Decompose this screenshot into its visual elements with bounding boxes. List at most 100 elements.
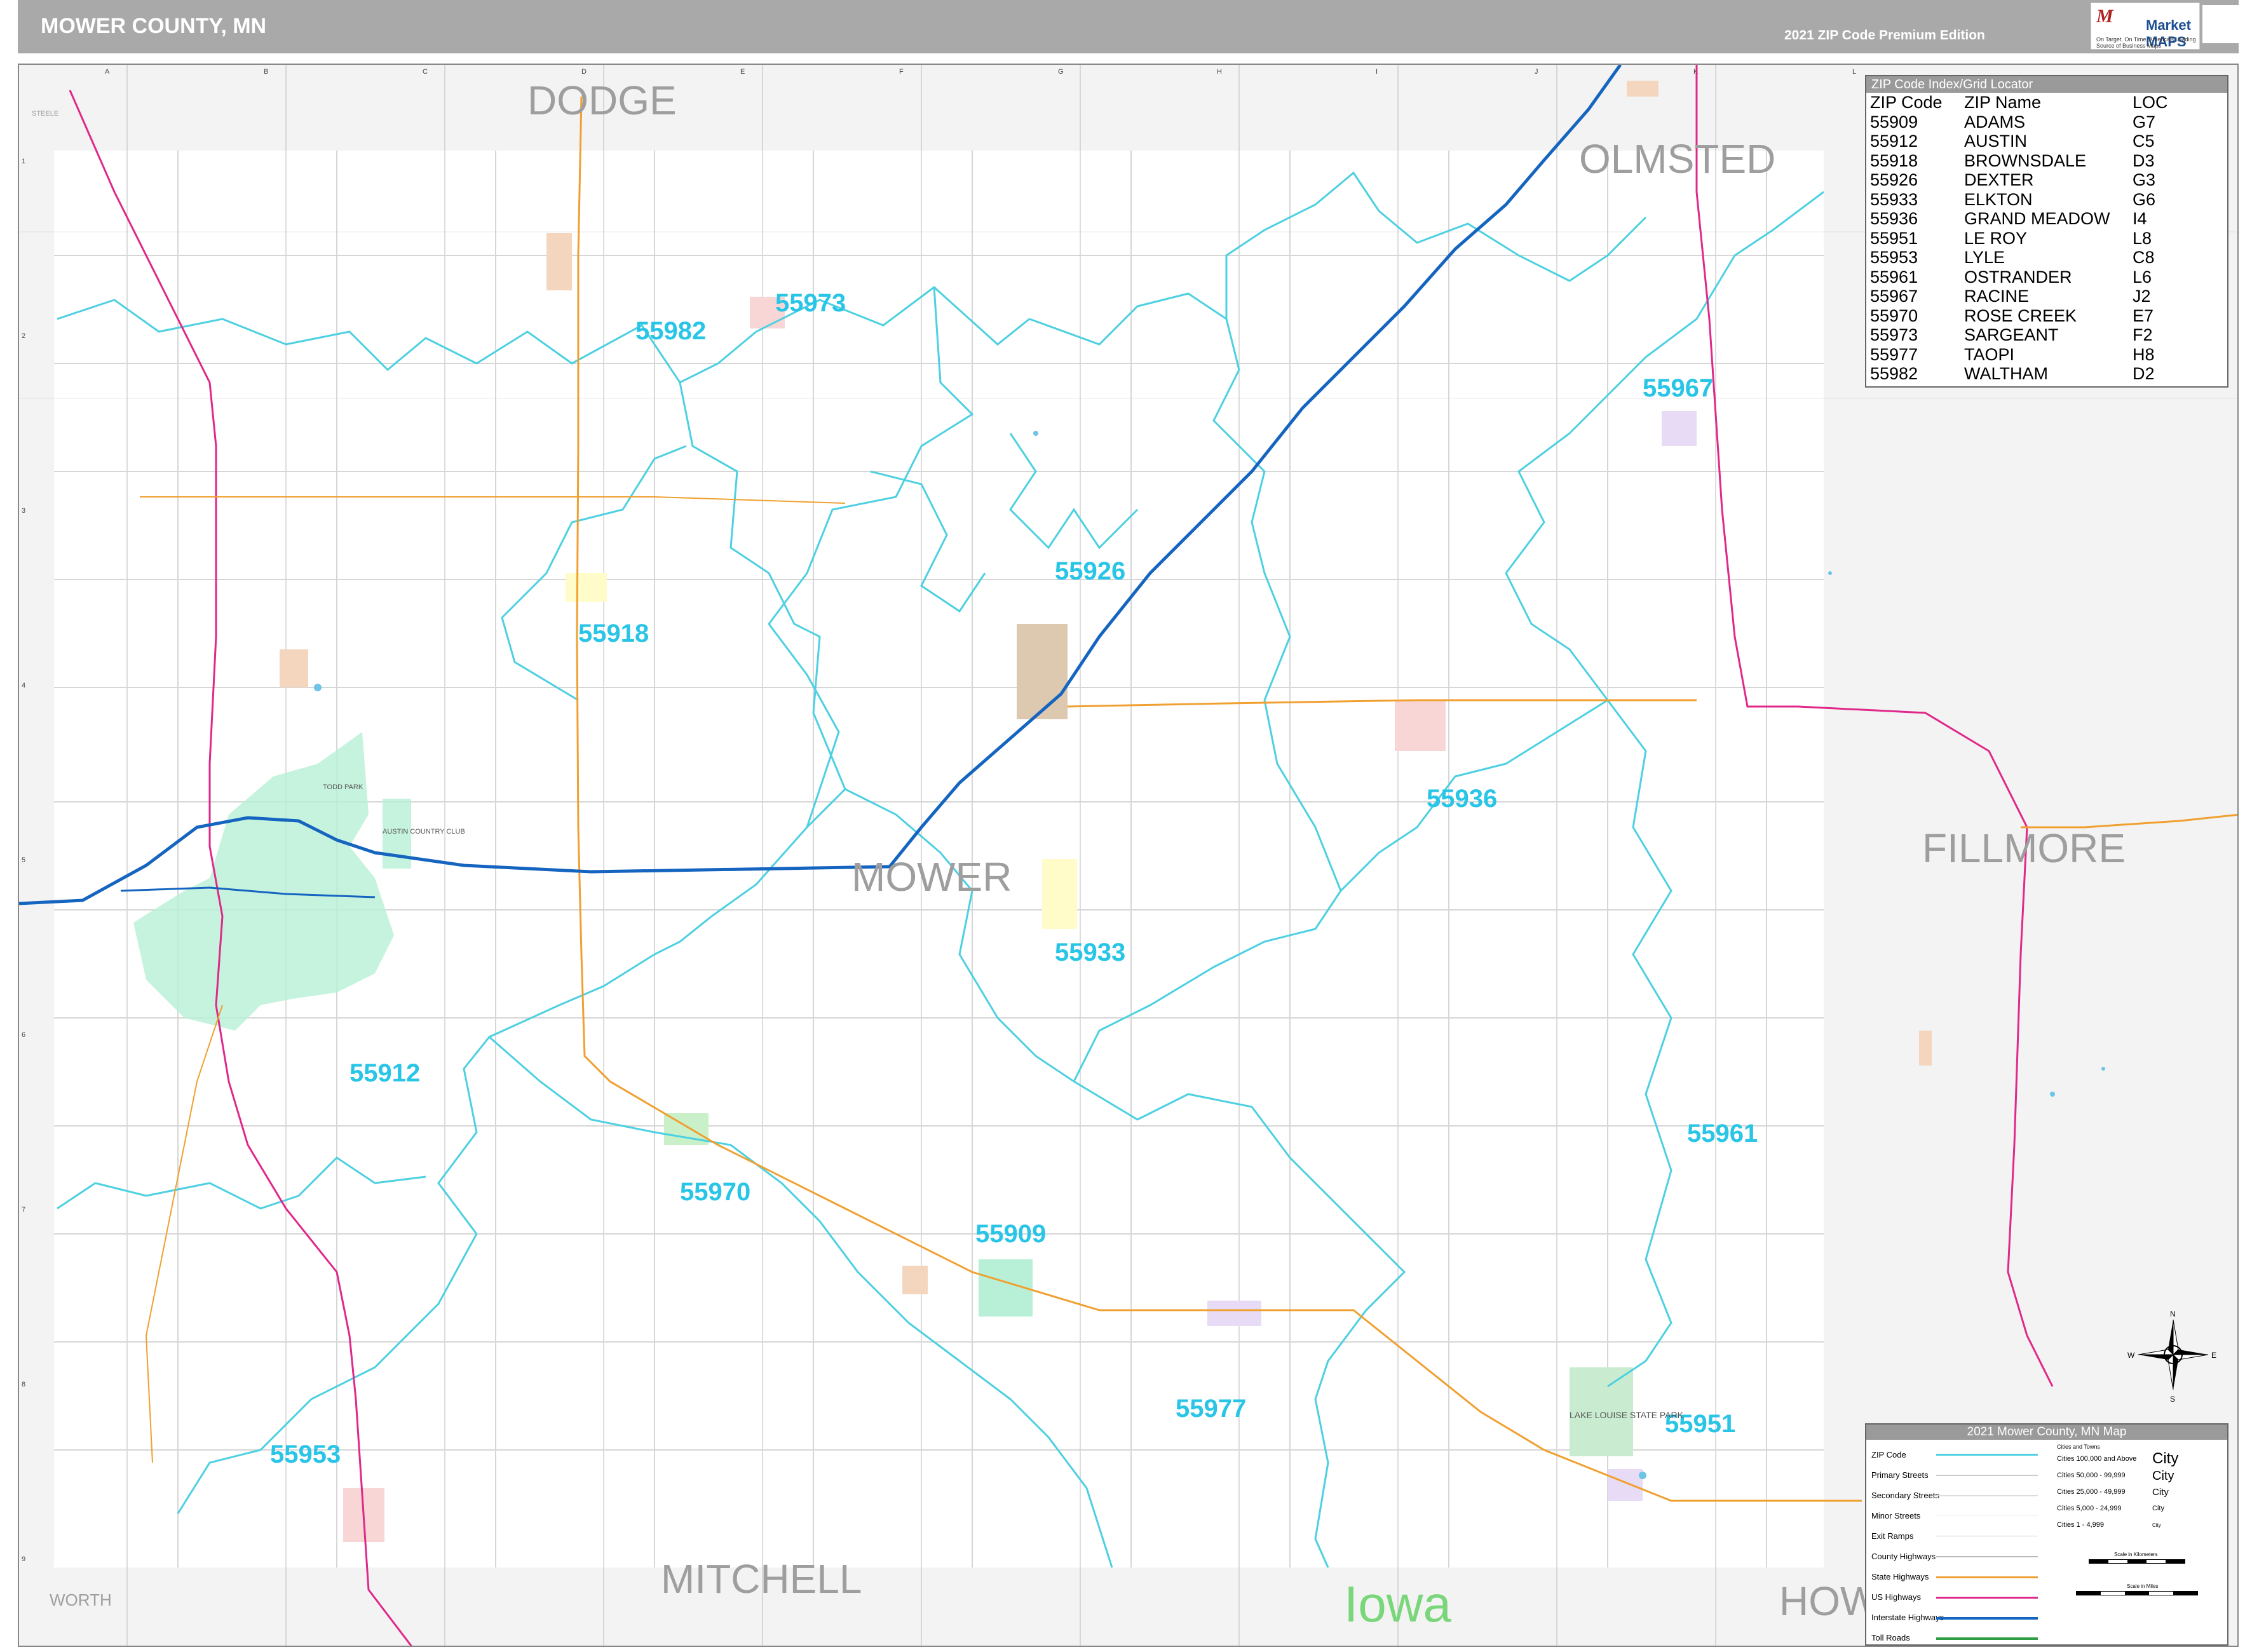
zip-label: 55912 [349,1059,420,1087]
loc-cell: G3 [2133,170,2156,189]
zip-cell: 55970 [1870,306,1918,325]
table-row: 55918 BROWNSDALE D3 [1870,151,2196,171]
legend-interstate-line [1936,1617,2038,1620]
name-cell: ADAMS [1964,112,2026,132]
name-cell: TAOPI [1964,344,2015,364]
town-k1-area [1627,81,1658,97]
loc-cell: E7 [2133,306,2154,325]
waltham-area [546,233,572,290]
map-title: MOWER COUNTY, MN [41,14,267,38]
col-header: ZIP Code [1870,93,1943,112]
zip-label: 55967 [1643,374,1713,402]
loc-cell: D3 [2133,151,2155,170]
edition-label: 2021 ZIP Code Premium Edition [1784,28,1985,43]
name-cell: SARGEANT [1964,325,2059,344]
scale-mi-bar [2076,1591,2198,1595]
city-class: Cities 25,000 - 49,999 [2057,1488,2126,1496]
city-symbol: City [2152,1487,2169,1498]
name-cell: ROSE CREEK [1964,306,2077,325]
table-row: 55926 DEXTER G3 [1870,170,2196,190]
svg-text:I: I [1376,68,1378,76]
legend-us-line [1936,1597,2038,1599]
table-row: 55933 ELKTON G6 [1870,190,2196,210]
zip-label: 55936 [1427,785,1497,813]
cities-header: Cities and Towns [2057,1444,2100,1450]
loc-cell: F2 [2133,325,2153,344]
loc-cell: I4 [2133,209,2147,228]
svg-text:B: B [264,68,268,76]
town-b4-area [280,649,308,687]
city-class: Cities 50,000 - 99,999 [2057,1472,2126,1479]
zip-label: 55909 [975,1220,1046,1248]
loc-cell: L6 [2133,267,2152,287]
compass-n: N [2170,1310,2176,1318]
legend-primary-line [1936,1475,2038,1476]
zip-cell: 55961 [1870,267,1918,287]
scale-mi-label: Scale in Miles [2127,1583,2159,1589]
fillmore-county-label: FILLMORE [1922,825,2126,871]
zip-label: 55977 [1176,1395,1246,1423]
table-row: 55970 ROSE CREEK E7 [1870,306,2196,326]
olmsted-county-label: OLMSTED [1579,136,1775,182]
zip-label: 55933 [1055,938,1125,966]
legend-item: Toll Roads [1871,1633,1910,1642]
name-cell: DEXTER [1964,170,2034,189]
legend-secondary-line [1936,1495,2038,1496]
legend-item: County Highways [1871,1552,1936,1561]
zip-index-header-row: ZIP Code ZIP Name LOC [1870,93,2196,112]
market-maps-logo: M Market MAPS On Target. On Time. Americ… [2091,3,2200,50]
name-cell: WALTHAM [1964,364,2048,383]
compass-e: E [2211,1351,2216,1360]
legend-county-line [1936,1556,2038,1557]
svg-text:J: J [1535,68,1538,76]
legend-item: US Highways [1871,1592,1922,1602]
name-cell: AUSTIN [1964,132,2028,151]
legend-item: ZIP Code [1871,1450,1906,1459]
contact-box [2202,5,2245,43]
zip-cell: 55977 [1870,344,1918,364]
elkton-area [1042,859,1077,929]
svg-text:1: 1 [22,158,25,165]
iowa-state-label: Iowa [1344,1576,1451,1632]
svg-text:2: 2 [22,332,25,340]
zip-cell: 55918 [1870,151,1918,170]
loc-cell: C8 [2133,248,2155,267]
svg-text:D: D [581,68,587,76]
town-f7-area [902,1266,928,1294]
map-legend: 2021 Mower County, MN Map ZIP Code Prima… [1865,1423,2228,1646]
loc-cell: G7 [2133,112,2156,132]
legend-item: Interstate Highways [1871,1613,1944,1622]
loc-cell: L8 [2133,228,2152,248]
svg-text:F: F [899,68,904,76]
worth-county-label: WORTH [50,1590,112,1609]
legend-toll-line [1936,1637,2038,1640]
dodge-county-label: DODGE [527,78,677,123]
name-cell: LYLE [1964,248,2005,267]
zip-index-table: ZIP Code ZIP Name LOC 55909 ADAMS G7 55912… [1870,93,2196,384]
zip-cell: 55953 [1870,248,1918,267]
zip-cell: 55933 [1870,189,1918,209]
compass-s: S [2170,1395,2175,1404]
scale-km-label: Scale in Kilometers [2114,1552,2158,1557]
svg-text:C: C [423,68,428,76]
steele-county-label: STEELE [32,110,58,118]
city-symbol: City [2152,1450,2179,1467]
svg-text:5: 5 [22,856,25,864]
logo-tagline: On Target. On Time. America's Leading So… [2096,36,2196,49]
svg-text:L: L [1852,68,1856,76]
city-symbol: City [2152,1469,2174,1483]
col-header: LOC [2133,93,2168,112]
scale-km-bar [2089,1559,2185,1564]
title-bar: MOWER COUNTY, MN 2021 ZIP Code Premium E… [18,0,2245,53]
zip-cell: 55982 [1870,364,1918,383]
name-cell: RACINE [1964,287,2030,306]
country-club-label: AUSTIN COUNTRY CLUB [383,828,465,836]
racine-area [1662,411,1697,446]
zip-index-panel: ZIP Code Index/Grid Locator ZIP Code ZIP… [1865,75,2228,388]
legend-item: Minor Streets [1871,1511,1921,1520]
loc-cell: D2 [2133,364,2155,383]
le-roy-area [1608,1469,1643,1501]
zip-label: 55970 [680,1178,750,1206]
city-symbol: City [2152,1522,2161,1528]
zip-label: 55918 [578,620,649,647]
